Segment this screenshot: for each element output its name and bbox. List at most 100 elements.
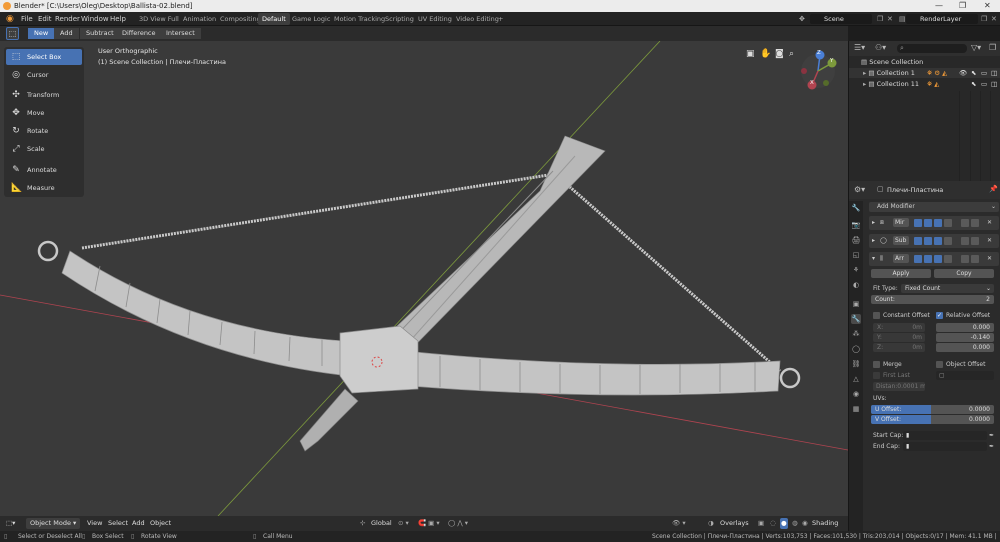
display-mode-icon[interactable]: ⚇▾: [875, 43, 886, 52]
remove-modifier-icon[interactable]: ✕: [987, 218, 992, 227]
delete-scene-icon[interactable]: ✕: [884, 12, 896, 26]
end-cap-field[interactable]: ▮: [903, 442, 987, 451]
shading-dropdown[interactable]: Shading: [812, 518, 838, 529]
new-collection-icon[interactable]: ❐: [989, 43, 996, 52]
viewport-toggle[interactable]: [924, 237, 932, 245]
count-field[interactable]: Count: 2: [871, 295, 994, 304]
eyedropper-icon[interactable]: ✒: [989, 431, 994, 440]
menu-file[interactable]: File: [18, 12, 36, 26]
modifier-array[interactable]: ▾ ⫼ Arr ✕: [869, 252, 999, 266]
modifier-mirror[interactable]: ▸ ⧈ Mir ✕: [869, 216, 999, 230]
tool-tab-icon[interactable]: 🔧: [851, 203, 861, 213]
hand-pan-icon[interactable]: ✋: [760, 49, 771, 59]
v-offset-field[interactable]: V Offset: 0.0000: [871, 415, 994, 424]
cage-toggle[interactable]: [944, 219, 952, 227]
data-tab-icon[interactable]: △: [851, 374, 861, 384]
tab-scripting[interactable]: Scripting: [381, 13, 418, 25]
viewport-toggle[interactable]: [924, 255, 932, 263]
first-last-checkbox[interactable]: [873, 372, 880, 379]
edit-mode-toggle[interactable]: [914, 219, 922, 227]
particles-tab-icon[interactable]: ⁂: [851, 329, 861, 339]
add-modifier-dropdown[interactable]: Add Modifier ⌄: [869, 202, 999, 212]
gizmo-y-label[interactable]: Y: [830, 58, 833, 64]
world-tab-icon[interactable]: ◐: [851, 280, 861, 290]
move-up-button[interactable]: [961, 255, 969, 263]
gizmo-z-label[interactable]: Z: [817, 50, 821, 56]
modifier-name-field[interactable]: Mir: [893, 218, 909, 227]
outliner-item[interactable]: ▸ ▤ Collection 11 ⛯ ◭ ⬉ ▭ ◫: [849, 79, 1000, 89]
properties-editor-icon[interactable]: ⚙▾: [854, 185, 865, 194]
edit-mode-toggle[interactable]: [914, 255, 922, 263]
const-y-field[interactable]: Y: 0m: [873, 333, 925, 342]
add-workspace-button[interactable]: +: [494, 13, 507, 25]
const-z-field[interactable]: Z: 0m: [873, 343, 925, 352]
filter-icon[interactable]: ▽▾: [971, 43, 981, 52]
texture-tab-icon[interactable]: ▦: [851, 404, 861, 414]
tool-transform[interactable]: ✣ Transform: [6, 87, 82, 103]
physics-tab-icon[interactable]: ◯: [851, 344, 861, 354]
fit-type-dropdown[interactable]: Fixed Count ⌄: [901, 284, 994, 293]
tab-game-logic[interactable]: Game Logic: [288, 13, 334, 25]
visibility-eye-icon[interactable]: 👁: [959, 68, 967, 78]
move-up-button[interactable]: [961, 219, 969, 227]
edit-mode-toggle[interactable]: [914, 237, 922, 245]
menu-view[interactable]: View: [87, 518, 102, 529]
object-tab-icon[interactable]: ▣: [851, 299, 861, 309]
move-up-button[interactable]: [961, 237, 969, 245]
rel-z-field[interactable]: 0.000: [936, 343, 994, 352]
pin-icon[interactable]: 📌: [989, 185, 998, 193]
visibility-icon[interactable]: 👁 ▾: [672, 518, 686, 529]
orientation-dropdown[interactable]: Global: [371, 518, 392, 529]
maximize-button[interactable]: ❐: [959, 0, 966, 12]
menu-add[interactable]: Add: [132, 518, 145, 529]
wireframe-shading-icon[interactable]: ◌: [770, 518, 776, 529]
viewport-disable-icon[interactable]: ▭: [981, 79, 987, 89]
tab-default[interactable]: Default: [258, 13, 290, 25]
eyedropper-icon[interactable]: ✒: [989, 442, 994, 451]
render-toggle[interactable]: [934, 219, 942, 227]
camera-view-icon[interactable]: ▣: [746, 49, 755, 59]
move-down-button[interactable]: [971, 255, 979, 263]
menu-select[interactable]: Select: [108, 518, 128, 529]
material-tab-icon[interactable]: ◉: [851, 389, 861, 399]
cage-toggle[interactable]: [944, 255, 952, 263]
render-toggle[interactable]: [934, 255, 942, 263]
u-offset-field[interactable]: U Offset: 0.0000: [871, 405, 994, 414]
select-arrow-icon[interactable]: ⬉: [971, 68, 976, 78]
tool-measure[interactable]: 📐 Measure: [6, 180, 82, 196]
rel-x-field[interactable]: 0.000: [936, 323, 994, 332]
proportional-edit-icon[interactable]: ◯ ⋀ ▾: [448, 518, 468, 529]
render-toggle[interactable]: [934, 237, 942, 245]
cage-toggle[interactable]: [944, 237, 952, 245]
snap-icon[interactable]: 🧲 ▣ ▾: [418, 518, 440, 529]
render-disable-icon[interactable]: ◫: [991, 68, 997, 78]
tool-scale[interactable]: ⤢ Scale: [6, 141, 82, 157]
outliner-scene-collection[interactable]: ▤ Scene Collection: [849, 57, 1000, 67]
copy-button[interactable]: Copy: [934, 269, 994, 278]
const-x-field[interactable]: X: 0m: [873, 323, 925, 332]
solid-shading-icon[interactable]: ●: [780, 518, 788, 529]
modifier-name-field[interactable]: Arr: [893, 254, 909, 263]
outliner-item[interactable]: ▸ ▤ Collection 1 ⛯ ⚙ ◭ 👁 ⬉ ▭ ◫: [849, 68, 1000, 78]
mode-intersect-button[interactable]: Intersect: [160, 28, 201, 39]
mode-new-button[interactable]: New: [28, 28, 55, 39]
relative-offset-checkbox[interactable]: ✓: [936, 312, 943, 319]
tab-uv-editing[interactable]: UV Editing: [414, 13, 456, 25]
mode-difference-button[interactable]: Difference: [116, 28, 162, 39]
object-offset-checkbox[interactable]: [936, 361, 943, 368]
editor-type-icon[interactable]: ⬚▾: [6, 518, 15, 529]
active-tool-icon[interactable]: ⬚: [6, 27, 19, 40]
viewport-scene[interactable]: [0, 41, 848, 516]
3d-viewport[interactable]: User Orthographic (1) Scene Collection |…: [0, 41, 848, 516]
tool-rotate[interactable]: ↻ Rotate: [6, 123, 82, 139]
remove-modifier-icon[interactable]: ✕: [987, 254, 992, 263]
tool-annotate[interactable]: ✎ Annotate: [6, 162, 82, 178]
minimize-button[interactable]: —: [935, 0, 943, 12]
collapse-arrow-icon[interactable]: ▾: [872, 254, 875, 263]
scene-tab-icon[interactable]: ⚘: [851, 265, 861, 275]
render-tab-icon[interactable]: 📷: [851, 220, 861, 230]
output-tab-icon[interactable]: 🖨: [851, 235, 861, 245]
rendered-shading-icon[interactable]: ◉: [802, 518, 808, 529]
move-down-button[interactable]: [971, 219, 979, 227]
render-disable-icon[interactable]: ◫: [991, 79, 997, 89]
